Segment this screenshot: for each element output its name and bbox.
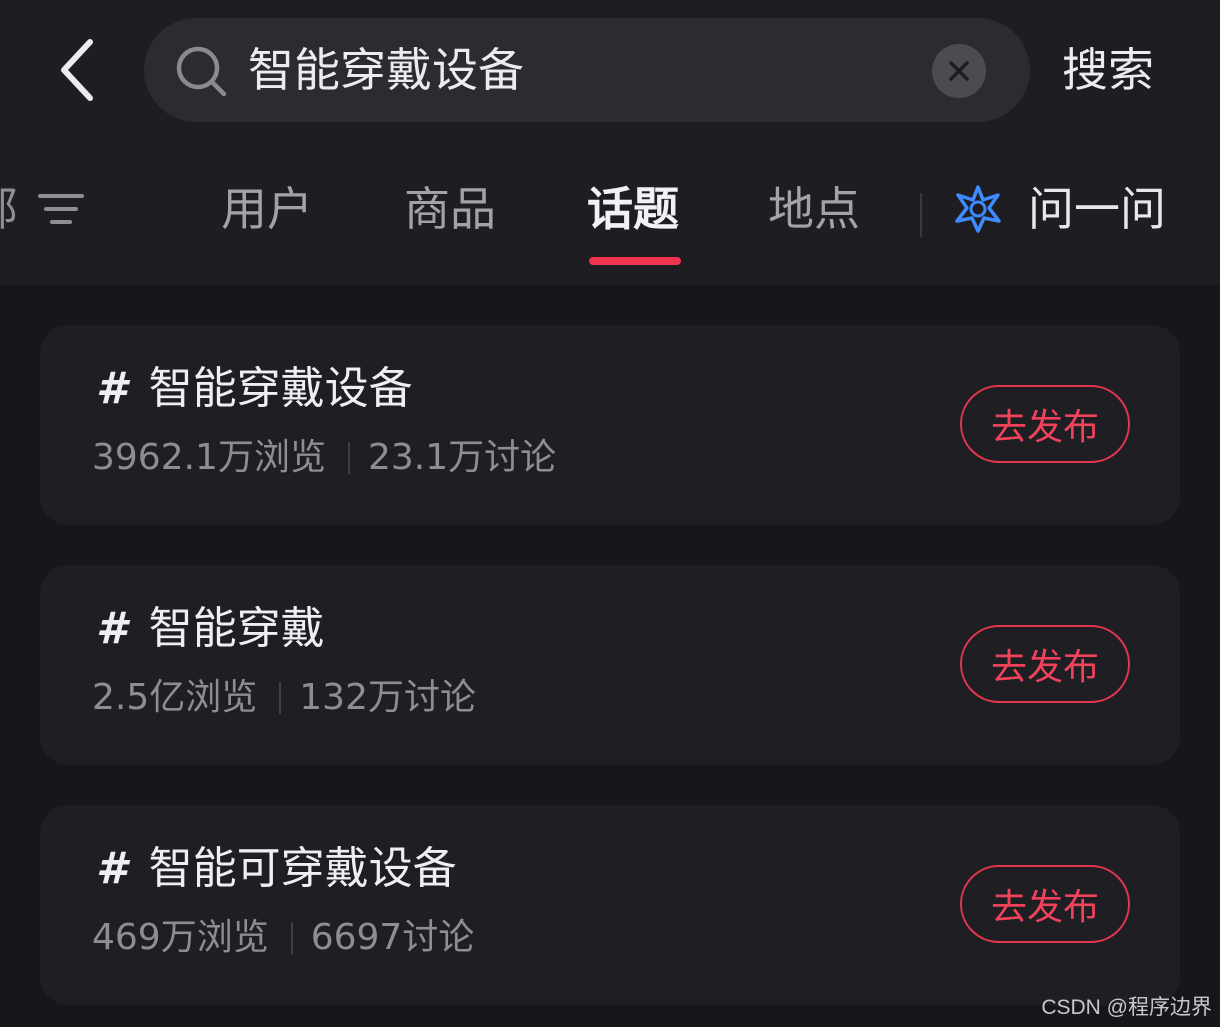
- topic-card[interactable]: # 智能穿戴 2.5亿浏览 132万讨论 去发布: [40, 565, 1180, 765]
- ask-label: 问一问: [1028, 182, 1166, 236]
- topic-stats: 2.5亿浏览 132万讨论: [92, 673, 476, 723]
- ai-star-icon: [955, 185, 1001, 233]
- tab-products[interactable]: 商品: [404, 177, 496, 241]
- tab-all-label: 部: [0, 177, 18, 241]
- topic-stats: 3962.1万浏览 23.1万讨论: [92, 433, 556, 483]
- topic-title-row: # 智能穿戴: [96, 601, 325, 657]
- chevron-left-icon: [61, 39, 93, 101]
- topic-title-row: # 智能可穿戴设备: [96, 841, 457, 897]
- category-tabs: 部 用户 商品 话题 地点 问一问: [0, 165, 1220, 265]
- filter-icon[interactable]: [38, 191, 84, 227]
- publish-button[interactable]: 去发布: [960, 625, 1130, 703]
- topic-views: 469万浏览: [92, 917, 269, 958]
- search-icon: [176, 46, 227, 97]
- topic-views: 2.5亿浏览: [92, 677, 258, 718]
- back-button[interactable]: [48, 36, 108, 104]
- tab-all[interactable]: 部: [0, 177, 84, 241]
- tab-ask[interactable]: 问一问: [952, 177, 1166, 241]
- tab-divider: [920, 193, 922, 237]
- tab-places[interactable]: 地点: [768, 177, 860, 241]
- publish-button[interactable]: 去发布: [960, 385, 1130, 463]
- active-tab-indicator: [589, 257, 681, 265]
- topic-views: 3962.1万浏览: [92, 437, 326, 478]
- stats-divider: [290, 922, 293, 954]
- topic-discussions: 6697讨论: [310, 917, 475, 958]
- topic-stats: 469万浏览 6697讨论: [92, 913, 474, 963]
- search-bar[interactable]: 智能穿戴设备: [144, 18, 1030, 122]
- topic-card[interactable]: # 智能可穿戴设备 469万浏览 6697讨论 去发布: [40, 805, 1180, 1005]
- topic-title: 智能穿戴: [148, 603, 325, 654]
- tab-users[interactable]: 用户: [221, 177, 313, 241]
- close-icon: [949, 61, 969, 81]
- watermark: CSDN @程序边界: [1041, 996, 1212, 1019]
- stats-divider: [279, 682, 282, 714]
- top-bar: 智能穿戴设备 搜索 部 用户 商品 话题 地点: [0, 0, 1220, 285]
- tab-topics[interactable]: 话题: [587, 177, 679, 241]
- topic-card[interactable]: # 智能穿戴设备 3962.1万浏览 23.1万讨论 去发布: [40, 325, 1180, 525]
- clear-search-button[interactable]: [932, 44, 986, 98]
- topic-discussions: 132万讨论: [299, 677, 476, 718]
- publish-button[interactable]: 去发布: [960, 865, 1130, 943]
- topic-title-row: # 智能穿戴设备: [96, 361, 413, 417]
- topic-discussions: 23.1万讨论: [367, 437, 557, 478]
- search-button[interactable]: 搜索: [1062, 38, 1154, 102]
- hashtag-icon: #: [96, 363, 127, 414]
- topic-title: 智能可穿戴设备: [148, 843, 457, 894]
- hashtag-icon: #: [96, 843, 127, 894]
- stats-divider: [347, 442, 350, 474]
- topic-title: 智能穿戴设备: [148, 363, 413, 414]
- search-input[interactable]: 智能穿戴设备: [248, 40, 524, 100]
- hashtag-icon: #: [96, 603, 127, 654]
